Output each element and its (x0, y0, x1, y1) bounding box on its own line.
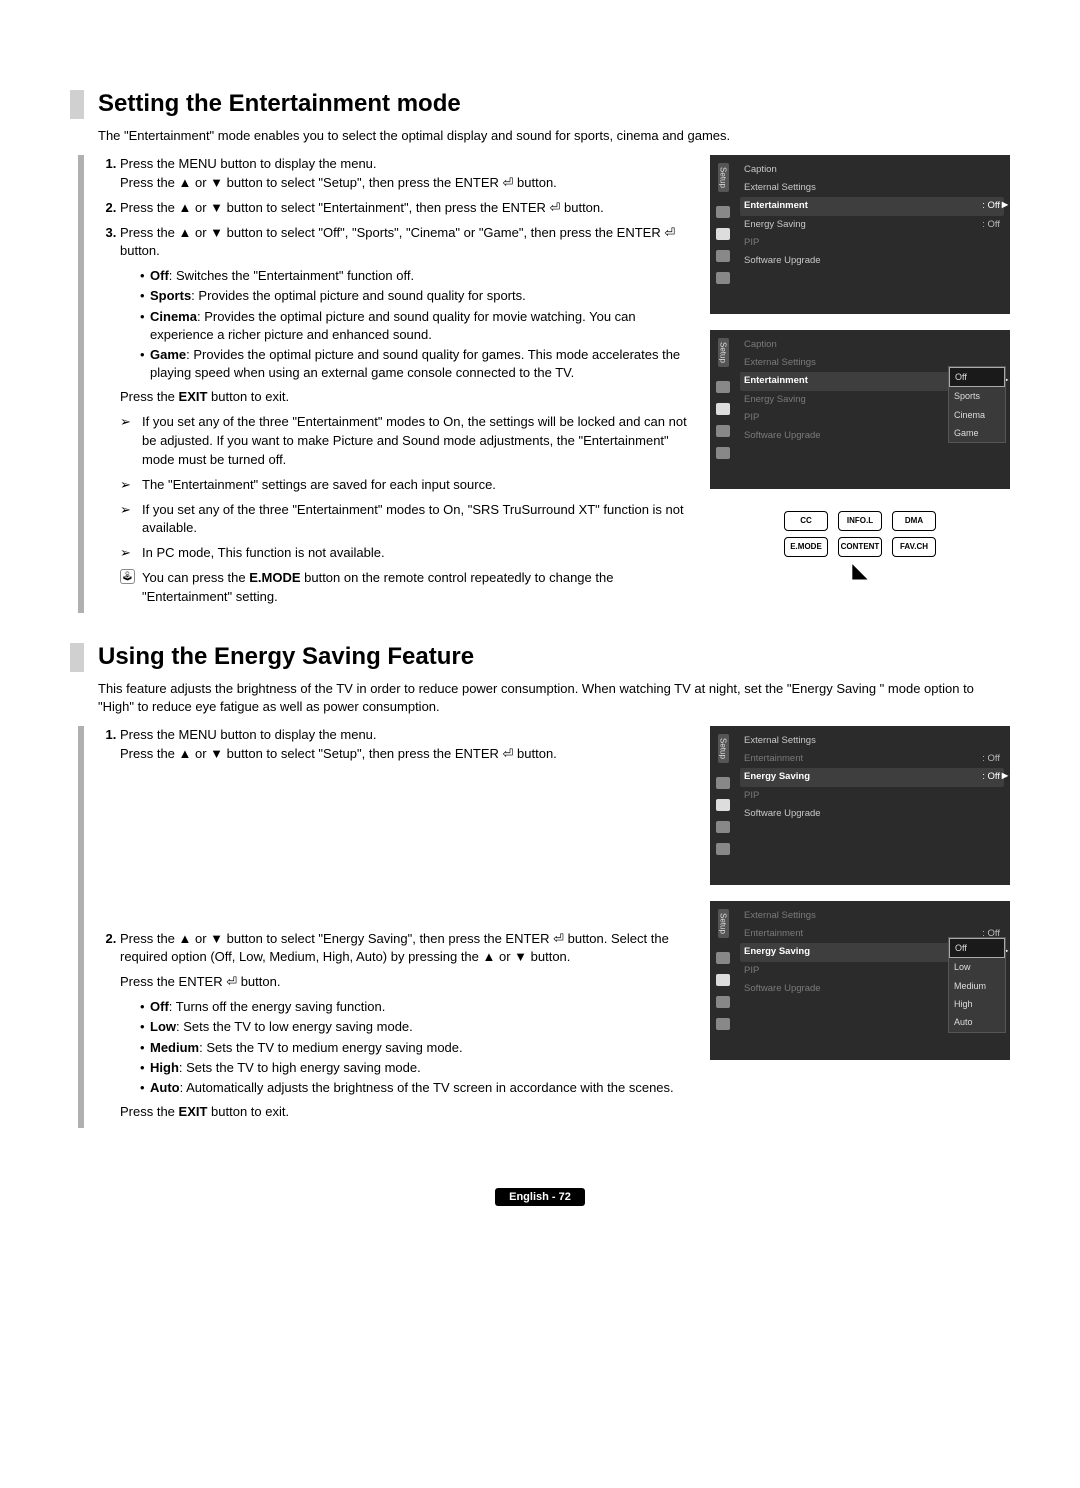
s2-step2b: Press the ENTER ⏎ button. (120, 973, 692, 992)
s2-step1a: Press the MENU button to display the men… (120, 727, 377, 742)
osd-icon (716, 1018, 730, 1030)
gear-icon (716, 974, 730, 986)
remote-button-favch: FAV.CH (892, 537, 936, 557)
osd-icon (716, 425, 730, 437)
osd-icon (716, 777, 730, 789)
s2-bullet-low: Low: Sets the TV to low energy saving mo… (140, 1018, 692, 1036)
remote-button-emode: E.MODE (784, 537, 828, 557)
menu-row[interactable]: PIP (740, 787, 1004, 805)
menu-row[interactable]: Caption (740, 336, 1004, 354)
s1-step3: Press the ▲ or ▼ button to select "Off",… (120, 225, 675, 259)
s2-bullet-auto: Auto: Automatically adjusts the brightne… (140, 1079, 692, 1097)
osd-icon (716, 447, 730, 459)
osd-icon (716, 821, 730, 833)
menu-row[interactable]: Entertainment: Off (740, 750, 1004, 768)
osd4-side-label: Setup (718, 909, 729, 938)
s1-bullet-cinema: Cinema: Provides the optimal picture and… (140, 308, 692, 344)
osd-entertainment-1: Setup CaptionExternal SettingsEntertainm… (710, 155, 1010, 314)
dropdown-option[interactable]: Sports (949, 387, 1005, 405)
section1-intro: The "Entertainment" mode enables you to … (98, 127, 1010, 145)
remote-button-cc: CC (784, 511, 828, 531)
dropdown-option[interactable]: Game (949, 424, 1005, 442)
osd-energy-2: Setup External SettingsEntertainment: Of… (710, 901, 1010, 1060)
remote-illustration: CC INFO.L DMA E.MODE CONTENT FAV.CH ◣ (710, 505, 1010, 587)
menu-row[interactable]: Software Upgrade (740, 805, 1004, 823)
s1-note3: If you set any of the three "Entertainme… (120, 501, 692, 539)
energy-dropdown[interactable]: OffLowMediumHighAuto (948, 937, 1006, 1033)
menu-row[interactable]: Energy Saving: Off▶ (740, 768, 1004, 786)
s1-step1a: Press the MENU button to display the men… (120, 156, 377, 171)
s2-bullet-high: High: Sets the TV to high energy saving … (140, 1059, 692, 1077)
osd-icon (716, 381, 730, 393)
section1-title: Setting the Entertainment mode (70, 90, 1010, 119)
menu-row[interactable]: Entertainment: Off▶ (740, 197, 1004, 215)
s1-note4: In PC mode, This function is not availab… (120, 544, 692, 563)
s1-step2: Press the ▲ or ▼ button to select "Enter… (120, 200, 604, 215)
s1-note1: If you set any of the three "Entertainme… (120, 413, 692, 470)
gear-icon (716, 799, 730, 811)
osd-icon (716, 952, 730, 964)
section2-text: Press the MENU button to display the men… (78, 726, 692, 1128)
osd-icon (716, 272, 730, 284)
remote-button-content: CONTENT (838, 537, 882, 557)
s2-step2: Press the ▲ or ▼ button to select "Energ… (120, 931, 669, 965)
s1-note5: You can press the E.MODE button on the r… (120, 569, 692, 607)
menu-row[interactable]: External Settings (740, 732, 1004, 750)
s2-bullet-off: Off: Turns off the energy saving functio… (140, 998, 692, 1016)
section2-title: Using the Energy Saving Feature (70, 643, 1010, 672)
s1-bullet-off: Off: Switches the "Entertainment" functi… (140, 267, 692, 285)
osd3-side-label: Setup (718, 734, 729, 763)
page-footer: English - 72 (495, 1188, 585, 1206)
osd-entertainment-2: Setup CaptionExternal SettingsEntertainm… (710, 330, 1010, 489)
s1-bullet-game: Game: Provides the optimal picture and s… (140, 346, 692, 382)
section2-intro: This feature adjusts the brightness of t… (98, 680, 1010, 716)
entertainment-dropdown[interactable]: OffSportsCinemaGame (948, 366, 1006, 444)
dropdown-option[interactable]: Auto (949, 1013, 1005, 1031)
dropdown-option[interactable]: Cinema (949, 406, 1005, 424)
dropdown-option[interactable]: Off (949, 367, 1005, 387)
osd-icon (716, 996, 730, 1008)
menu-row[interactable]: Software Upgrade (740, 252, 1004, 270)
menu-row[interactable]: External Settings (740, 907, 1004, 925)
gear-icon (716, 228, 730, 240)
s2-bullet-med: Medium: Sets the TV to medium energy sav… (140, 1039, 692, 1057)
osd-energy-1: Setup External SettingsEntertainment: Of… (710, 726, 1010, 885)
dropdown-option[interactable]: Low (949, 958, 1005, 976)
menu-row[interactable]: Caption (740, 161, 1004, 179)
menu-row[interactable]: Energy Saving: Off (740, 216, 1004, 234)
dropdown-option[interactable]: Off (949, 938, 1005, 958)
menu-row[interactable]: External Settings (740, 179, 1004, 197)
s1-exit: Press the EXIT button to exit. (120, 388, 692, 407)
gear-icon (716, 403, 730, 415)
section1-text: Press the MENU button to display the men… (78, 155, 692, 613)
remote-button-infol: INFO.L (838, 511, 882, 531)
menu-row[interactable]: PIP (740, 234, 1004, 252)
pointer-icon: ◣ (852, 561, 867, 581)
s1-step1b: Press the ▲ or ▼ button to select "Setup… (120, 175, 557, 190)
osd2-side-label: Setup (718, 338, 729, 367)
osd-icon (716, 250, 730, 262)
remote-button-dma: DMA (892, 511, 936, 531)
s1-note2: The "Entertainment" settings are saved f… (120, 476, 692, 495)
s1-bullet-sports: Sports: Provides the optimal picture and… (140, 287, 692, 305)
osd-icon (716, 843, 730, 855)
s2-exit: Press the EXIT button to exit. (120, 1103, 692, 1122)
dropdown-option[interactable]: Medium (949, 977, 1005, 995)
osd1-side-label: Setup (718, 163, 729, 192)
osd-icon (716, 206, 730, 218)
s2-step1b: Press the ▲ or ▼ button to select "Setup… (120, 746, 557, 761)
dropdown-option[interactable]: High (949, 995, 1005, 1013)
